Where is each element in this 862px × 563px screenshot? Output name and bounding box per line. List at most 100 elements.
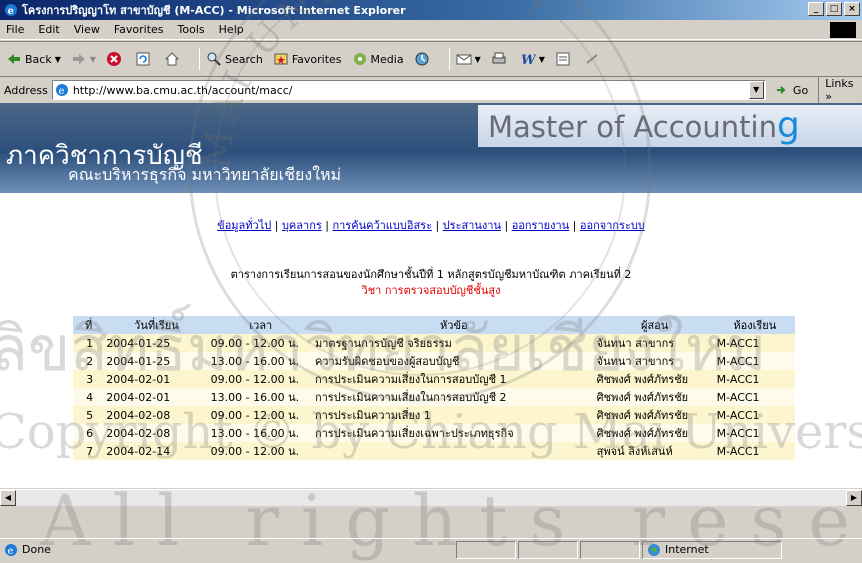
col-header-topic: หัวข้อ [312, 316, 595, 334]
cell-no: 5 [73, 406, 105, 424]
history-icon [415, 52, 429, 66]
menu-file[interactable]: File [6, 23, 24, 36]
status-text: Done [22, 543, 51, 556]
cell-instructor: ศิชพงศ์ พงศ์ภัทรชัย [594, 424, 715, 442]
window-title: โครงการปริญญาโท สาขาบัญชี (M-ACC) - Micr… [22, 4, 406, 17]
menu-help[interactable]: Help [219, 23, 244, 36]
forward-button[interactable]: ▼ [71, 51, 96, 67]
home-button[interactable] [164, 51, 183, 67]
mail-dropdown-icon[interactable]: ▼ [475, 55, 481, 64]
cell-time: 09.00 - 12.00 น. [208, 334, 313, 352]
cell-date: 2004-02-01 [104, 388, 209, 406]
scroll-right-icon[interactable]: ▶ [846, 490, 862, 506]
cell-no: 3 [73, 370, 105, 388]
media-button[interactable]: Media [352, 51, 404, 67]
cell-room: M-ACC1 [714, 352, 795, 370]
minimize-button[interactable]: _ [808, 2, 824, 16]
site-banner: Master of Accounting ภาควิชาการบัญชี คณะ… [0, 103, 862, 193]
toolbar: Back ▼ ▼ Search Favorites Media ▼ W ▼ [0, 41, 862, 77]
cell-instructor: ศิชพงศ์ พงศ์ภัทรชัย [594, 406, 715, 424]
cell-date: 2004-02-01 [104, 370, 209, 388]
menu-tools[interactable]: Tools [178, 23, 205, 36]
search-label: Search [225, 52, 263, 66]
nav-independent-study[interactable]: การค้นคว้าแบบอิสระ [332, 219, 432, 232]
status-pane [456, 540, 516, 559]
nav-report[interactable]: ออกรายงาน [512, 219, 569, 232]
cell-room: M-ACC1 [714, 406, 795, 424]
cell-topic [312, 442, 595, 460]
refresh-icon [136, 52, 150, 66]
cell-time: 09.00 - 12.00 น. [208, 442, 313, 460]
page-content: Master of Accounting ภาควิชาการบัญชี คณะ… [0, 103, 862, 488]
home-icon [164, 52, 180, 66]
menu-edit[interactable]: Edit [38, 23, 59, 36]
print-button[interactable] [491, 51, 510, 67]
table-row: 6 2004-02-08 13.00 - 16.00 น. การประเมิน… [73, 424, 795, 442]
cell-no: 7 [73, 442, 105, 460]
internet-explorer-icon: e [5, 4, 17, 17]
table-row: 5 2004-02-08 09.00 - 12.00 น. การประเมิน… [73, 406, 795, 424]
history-button[interactable] [414, 51, 433, 67]
address-dropdown-icon[interactable]: ▼ [748, 81, 764, 99]
cell-topic: การประเมินความเสี่ยงในการสอบบัญชี 1 [312, 370, 595, 388]
messenger-button[interactable] [584, 51, 603, 67]
address-input[interactable]: e http://www.ba.cmu.ac.th/account/macc/ [51, 80, 766, 100]
cell-instructor: ศิชพงศ์ พงศ์ภัทรชัย [594, 370, 715, 388]
stop-icon [107, 52, 122, 66]
svg-text:e: e [8, 6, 14, 17]
cell-no: 2 [73, 352, 105, 370]
edit-button[interactable]: W ▼ [520, 51, 545, 67]
svg-text:W: W [521, 53, 536, 67]
maximize-button[interactable]: □ [826, 2, 842, 16]
mail-button[interactable]: ▼ [456, 51, 481, 67]
close-button[interactable]: × [844, 2, 860, 16]
banner-master-text: Master of Accountin [488, 110, 777, 144]
go-button[interactable]: Go [774, 82, 808, 98]
favorites-button[interactable]: Favorites [273, 51, 342, 67]
scroll-left-icon[interactable]: ◀ [0, 490, 16, 506]
site-nav: ข้อมูลทั่วไป | บุคลากร | การค้นคว้าแบบอิ… [217, 219, 645, 232]
back-button[interactable]: Back ▼ [6, 51, 61, 67]
cell-no: 6 [73, 424, 105, 442]
banner-master-last-letter: g [776, 105, 800, 146]
menu-favorites[interactable]: Favorites [114, 23, 164, 36]
search-button[interactable]: Search [206, 51, 263, 67]
go-label: Go [792, 83, 809, 97]
forward-dropdown-icon[interactable]: ▼ [90, 55, 96, 64]
cell-instructor: ศิชพงศ์ พงศ์ภัทรชัย [594, 388, 715, 406]
horizontal-scrollbar[interactable]: ◀ ▶ [0, 489, 862, 506]
cell-topic: การประเมินความเสี่ยง 1 [312, 406, 595, 424]
schedule-table: ที่ วันที่เรียน เวลา หัวข้อ ผู้สอน ห้องเ… [73, 316, 795, 460]
table-row: 2 2004-01-25 13.00 - 16.00 น. ความรับผิด… [73, 352, 795, 370]
cell-time: 13.00 - 16.00 น. [208, 352, 313, 370]
cell-room: M-ACC1 [714, 388, 795, 406]
cell-date: 2004-02-14 [104, 442, 209, 460]
table-row: 7 2004-02-14 09.00 - 12.00 น. สุพจน์ ลิง… [73, 442, 795, 460]
menu-view[interactable]: View [74, 23, 100, 36]
windows-logo-icon [830, 22, 856, 38]
refresh-button[interactable] [135, 51, 154, 67]
search-icon [207, 52, 221, 66]
cell-time: 13.00 - 16.00 น. [208, 388, 313, 406]
favorites-label: Favorites [291, 52, 342, 66]
col-header-room: ห้องเรียน [714, 316, 795, 334]
zone-text: Internet [665, 543, 709, 556]
go-arrow-icon [776, 86, 786, 94]
cell-time: 09.00 - 12.00 น. [208, 406, 313, 424]
page-icon: e [55, 84, 68, 97]
nav-logout[interactable]: ออกจากระบบ [580, 219, 645, 232]
back-dropdown-icon[interactable]: ▼ [55, 55, 61, 64]
address-url: http://www.ba.cmu.ac.th/account/macc/ [72, 83, 293, 97]
discuss-button[interactable] [555, 51, 574, 67]
nav-general-info[interactable]: ข้อมูลทั่วไป [217, 219, 271, 232]
cell-instructor: จันทนา สาขากร [594, 334, 715, 352]
messenger-icon [586, 54, 598, 64]
table-row: 4 2004-02-01 13.00 - 16.00 น. การประเมิน… [73, 388, 795, 406]
back-arrow-icon [8, 54, 20, 64]
cell-no: 1 [73, 334, 105, 352]
links-button[interactable]: Links » [818, 77, 862, 103]
edit-dropdown-icon[interactable]: ▼ [539, 55, 545, 64]
nav-coordination[interactable]: ประสานงาน [443, 219, 501, 232]
nav-personnel[interactable]: บุคลากร [282, 219, 322, 232]
stop-button[interactable] [106, 51, 125, 67]
